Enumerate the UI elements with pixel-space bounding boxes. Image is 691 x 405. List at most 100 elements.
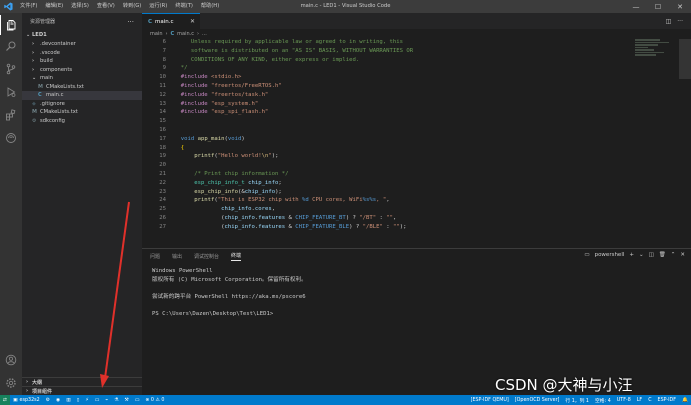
status-item[interactable]: [OpenOCD Server]: [512, 395, 563, 405]
esp-target[interactable]: ▣ esp32s2: [10, 395, 43, 405]
breadcrumb-symbol[interactable]: ...: [202, 31, 207, 37]
status-item[interactable]: 行 1，列 1: [562, 395, 592, 405]
split-editor-icon[interactable]: ◫: [666, 18, 672, 25]
trash-icon[interactable]: 🗑: [659, 252, 666, 258]
code-text: #include <stdio.h>: [174, 73, 242, 82]
menu-item[interactable]: 终端(T): [171, 0, 197, 13]
chevron-right-icon: ›: [32, 66, 35, 73]
code-token: "/BT": [359, 214, 377, 221]
flame-icon[interactable]: ◉: [53, 395, 63, 405]
tree-item[interactable]: ⚙ sdkconfig: [22, 117, 142, 126]
chevron-down-icon[interactable]: ⌄: [639, 252, 644, 258]
close-panel-icon[interactable]: ✕: [680, 252, 685, 258]
code-token: features: [258, 223, 286, 230]
code-line: 20: [142, 161, 632, 170]
monitor-icon[interactable]: ▭: [92, 395, 103, 405]
status-item[interactable]: C: [645, 395, 654, 405]
status-item[interactable]: ESP-IDF: [655, 395, 679, 405]
code-text: chip_info.cores,: [174, 205, 275, 214]
terminal-name[interactable]: powershell: [595, 252, 625, 258]
explorer-icon[interactable]: [0, 15, 22, 35]
run-debug-icon[interactable]: [0, 82, 22, 102]
flash-icon[interactable]: ⚡: [82, 395, 91, 405]
remote-icon[interactable]: ⇄: [0, 395, 10, 405]
build-icon[interactable]: ▯: [74, 395, 83, 405]
bell-icon[interactable]: 🔔: [679, 395, 691, 405]
tree-item[interactable]: › .vscode: [22, 49, 142, 58]
title-bar: 文件(F) 编辑(E) 选择(S) 查看(V) 转到(G) 运行(R) 终端(T) 帮助(H)…: [0, 0, 691, 13]
line-number: 24: [159, 197, 166, 204]
esp-idf-icon[interactable]: [0, 128, 22, 148]
minimize-icon[interactable]: —: [625, 0, 647, 13]
chevron-up-icon[interactable]: ⌃: [671, 252, 676, 258]
tree-item[interactable]: › components: [22, 66, 142, 75]
tree-item-label: CMakeLists.txt: [40, 109, 78, 116]
tab-output[interactable]: 输出: [172, 253, 182, 260]
search-icon[interactable]: [0, 36, 22, 56]
beaker-icon[interactable]: ⚗: [111, 395, 121, 405]
source-control-icon[interactable]: [0, 59, 22, 79]
code-token: (: [174, 223, 225, 230]
menu-item[interactable]: 文件(F): [16, 0, 41, 13]
tab-terminal[interactable]: 终端: [231, 252, 242, 261]
scrollbar-thumb[interactable]: [679, 39, 691, 79]
problems-count[interactable]: ⊗ 0 ⚠ 0: [142, 395, 167, 405]
menu-item[interactable]: 运行(R): [145, 0, 171, 13]
chevron-right-icon: ›: [32, 41, 35, 48]
menu-item[interactable]: 编辑(E): [41, 0, 67, 13]
minimap-line: [635, 51, 665, 53]
tree-item[interactable]: Cmain.c: [22, 91, 142, 100]
menu-item[interactable]: 转到(G): [119, 0, 145, 13]
split-terminal-icon[interactable]: ◫: [649, 252, 654, 258]
breadcrumb-file[interactable]: main.c: [177, 31, 194, 37]
gutter: [166, 47, 174, 56]
terminal-line: 版权所有 (C) Microsoft Corporation。保留所有权利。: [152, 276, 307, 283]
settings-gear-icon[interactable]: [0, 373, 22, 393]
gutter: [166, 108, 174, 117]
code-token: #include: [174, 74, 212, 81]
code-token: (: [174, 214, 225, 221]
status-item[interactable]: LF: [634, 395, 645, 405]
maximize-icon[interactable]: ☐: [647, 0, 669, 13]
code-token: "Hello world!: [217, 153, 262, 160]
status-item[interactable]: 空格: 4: [592, 395, 614, 405]
more-actions-icon[interactable]: ···: [127, 18, 134, 26]
code-token: "": [386, 214, 393, 221]
tab-main-c[interactable]: C main.c ✕: [142, 13, 200, 29]
account-icon[interactable]: [0, 350, 22, 370]
code-token: );: [275, 188, 282, 195]
extensions-icon[interactable]: [0, 105, 22, 125]
tree-item[interactable]: ◆ .gitignore: [22, 100, 142, 109]
menu-item[interactable]: 查看(V): [93, 0, 119, 13]
code-line: 25 chip_info.cores,: [142, 205, 632, 214]
line-number: 6: [162, 39, 166, 45]
tree-item[interactable]: › build: [22, 57, 142, 66]
breadcrumb-folder[interactable]: main: [150, 31, 163, 37]
tab-debug-console[interactable]: 调试控制台: [194, 253, 219, 260]
plug-icon[interactable]: ⌁: [102, 395, 111, 405]
folder-header[interactable]: ⌄ LED1: [22, 30, 142, 40]
more-actions-icon[interactable]: ···: [677, 18, 683, 25]
editor-scrollbar[interactable]: [679, 39, 691, 248]
terminal-icon[interactable]: ▭: [132, 395, 143, 405]
tab-problems[interactable]: 问题: [150, 253, 160, 260]
code-editor[interactable]: 6 Unless required by applicable law or a…: [142, 38, 632, 248]
trash-icon[interactable]: ▥: [63, 395, 74, 405]
tree-item[interactable]: › .devcontainer: [22, 40, 142, 49]
tools-icon[interactable]: ⚒: [122, 395, 132, 405]
terminal-output[interactable]: Windows PowerShell 版权所有 (C) Microsoft Cor…: [152, 267, 307, 319]
menu-item[interactable]: 选择(S): [67, 0, 93, 13]
minimap[interactable]: [635, 39, 677, 69]
new-terminal-icon[interactable]: +: [629, 252, 634, 258]
status-item[interactable]: [ESP-IDF QEMU]: [468, 395, 512, 405]
menu-item[interactable]: 帮助(H): [197, 0, 223, 13]
settings-gear-icon[interactable]: ⚙: [43, 395, 53, 405]
tree-item[interactable]: ⌄ main: [22, 74, 142, 83]
tree-item[interactable]: M CMakeLists.txt: [22, 108, 142, 117]
tree-item[interactable]: M CMakeLists.txt: [22, 83, 142, 92]
status-item[interactable]: UTF-8: [614, 395, 634, 405]
code-token: "This is ESP32 chip with: [217, 197, 302, 204]
tree-item-label: .gitignore: [40, 100, 65, 107]
close-window-icon[interactable]: ✕: [669, 0, 691, 13]
close-tab-icon[interactable]: ✕: [190, 18, 195, 25]
